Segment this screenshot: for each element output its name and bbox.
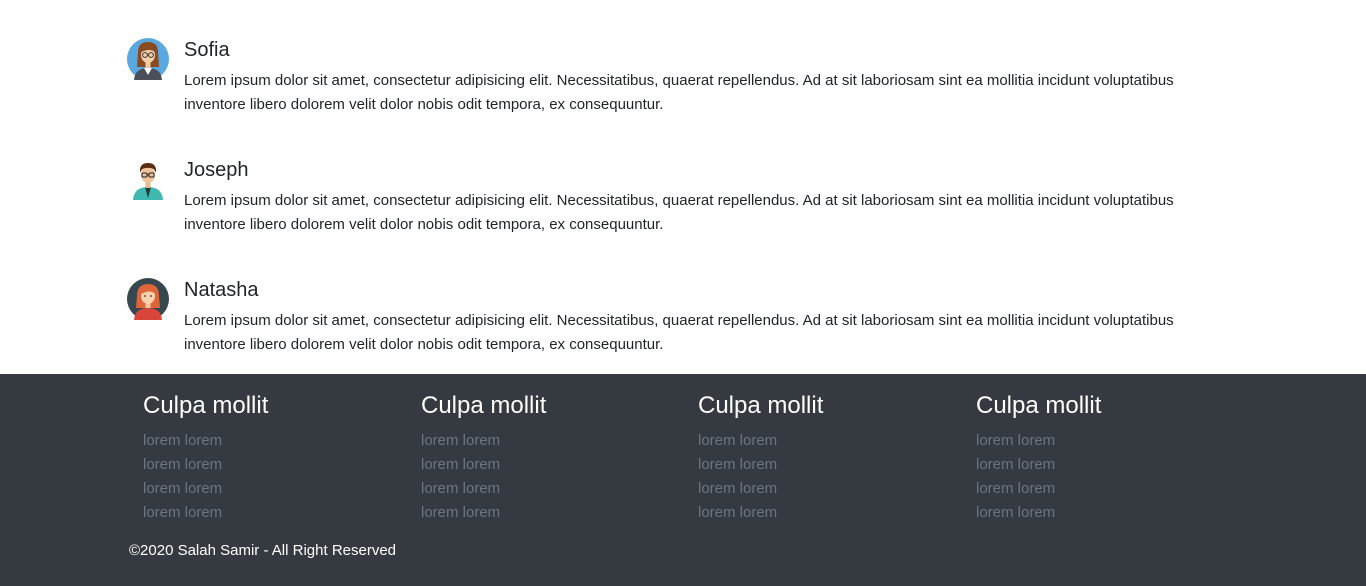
footer-link[interactable]: lorem lorem [421, 477, 681, 501]
footer-column-title: Culpa mollit [976, 392, 1102, 419]
testimonial-body: Natasha Lorem ipsum dolor sit amet, cons… [184, 278, 1174, 357]
footer-link-list: lorem lorem lorem lorem lorem lorem lore… [421, 429, 681, 525]
woman-with-glasses-avatar-icon [127, 38, 169, 80]
footer-link[interactable]: lorem lorem [976, 429, 1236, 453]
footer-link-list: lorem lorem lorem lorem lorem lorem lore… [976, 429, 1236, 525]
footer-link[interactable]: lorem lorem [976, 477, 1236, 501]
footer-column: Culpa mollit lorem lorem lorem lorem lor… [143, 391, 403, 525]
footer-column-title: Culpa mollit [143, 392, 269, 419]
footer-link[interactable]: lorem lorem [698, 453, 958, 477]
footer-link[interactable]: lorem lorem [976, 501, 1236, 525]
footer-column: Culpa mollit lorem lorem lorem lorem lor… [698, 391, 958, 525]
footer-link[interactable]: lorem lorem [143, 429, 403, 453]
footer-link-list: lorem lorem lorem lorem lorem lorem lore… [698, 429, 958, 525]
footer-link[interactable]: lorem lorem [143, 501, 403, 525]
footer-link[interactable]: lorem lorem [421, 429, 681, 453]
testimonial-text: Lorem ipsum dolor sit amet, consectetur … [184, 192, 1174, 233]
footer-copyright: ©2020 Salah Samir - All Right Reserved [129, 542, 397, 559]
footer-link[interactable]: lorem lorem [143, 453, 403, 477]
red-haired-woman-avatar-icon [127, 278, 169, 320]
footer-link[interactable]: lorem lorem [143, 477, 403, 501]
footer-link-list: lorem lorem lorem lorem lorem lorem lore… [143, 429, 403, 525]
man-with-glasses-avatar-icon [127, 158, 169, 200]
testimonial-text: Lorem ipsum dolor sit amet, consectetur … [184, 72, 1174, 113]
footer-column: Culpa mollit lorem lorem lorem lorem lor… [976, 391, 1236, 525]
testimonials-section: Sofia Lorem ipsum dolor sit amet, consec… [0, 0, 1366, 374]
footer-column-title: Culpa mollit [698, 392, 824, 419]
testimonial-text: Lorem ipsum dolor sit amet, consectetur … [184, 312, 1174, 353]
testimonial-body: Joseph Lorem ipsum dolor sit amet, conse… [184, 158, 1174, 237]
footer-column-title: Culpa mollit [421, 392, 547, 419]
footer-link[interactable]: lorem lorem [421, 453, 681, 477]
footer-link[interactable]: lorem lorem [976, 453, 1236, 477]
footer-link[interactable]: lorem lorem [698, 429, 958, 453]
testimonial-name: Natasha [184, 279, 259, 301]
footer-link[interactable]: lorem lorem [698, 501, 958, 525]
site-footer: Culpa mollit lorem lorem lorem lorem lor… [0, 374, 1366, 586]
testimonial-body: Sofia Lorem ipsum dolor sit amet, consec… [184, 38, 1174, 117]
testimonial-name: Joseph [184, 159, 249, 181]
testimonial-name: Sofia [184, 39, 230, 61]
footer-link[interactable]: lorem lorem [421, 501, 681, 525]
footer-link[interactable]: lorem lorem [698, 477, 958, 501]
footer-column: Culpa mollit lorem lorem lorem lorem lor… [421, 391, 681, 525]
